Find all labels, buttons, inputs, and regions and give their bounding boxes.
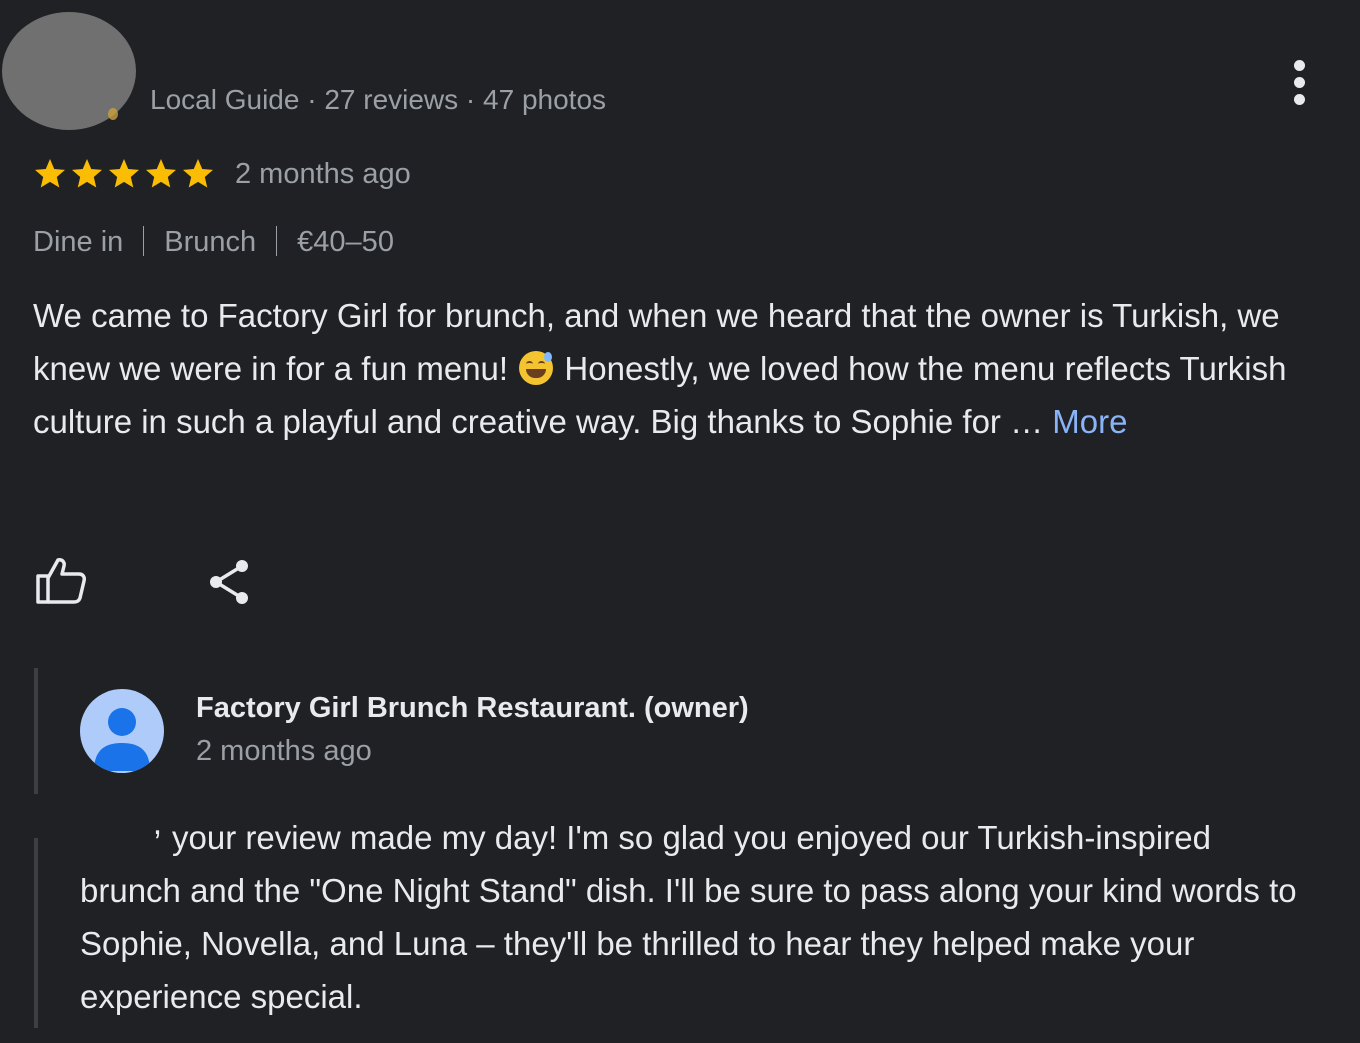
local-guide-badge-icon xyxy=(108,108,118,120)
owner-avatar xyxy=(80,689,164,773)
thumbs-up-icon xyxy=(36,558,86,604)
star-rating xyxy=(32,156,216,192)
owner-response-body: your review made my day! I'm so glad you… xyxy=(80,819,1297,1015)
more-vert-icon xyxy=(1294,60,1305,71)
star-icon xyxy=(109,159,139,188)
star-icon xyxy=(183,159,213,188)
review-attributes: Dine in Brunch €40–50 xyxy=(33,226,394,259)
reply-thread-line xyxy=(34,668,38,794)
star-icon xyxy=(72,159,102,188)
owner-response-date: 2 months ago xyxy=(196,735,372,767)
rating-row: 2 months ago xyxy=(32,154,411,194)
share-icon xyxy=(210,560,248,604)
review-date: 2 months ago xyxy=(235,157,411,190)
share-button[interactable] xyxy=(202,554,256,610)
star-icon xyxy=(35,159,65,188)
attribute-meal: Brunch xyxy=(164,226,257,258)
like-button[interactable] xyxy=(32,554,90,610)
reviewer-avatar[interactable] xyxy=(2,12,136,130)
owner-response-text: , your review made my day! I'm so glad yo… xyxy=(80,796,1320,1023)
person-icon xyxy=(94,708,150,771)
owner-name: Factory Girl Brunch Restaurant. (owner) xyxy=(196,692,749,724)
star-icon xyxy=(146,159,176,188)
more-options-button[interactable] xyxy=(1280,58,1320,108)
attribute-service: Dine in xyxy=(33,226,124,258)
review-text: We came to Factory Girl for brunch, and … xyxy=(33,289,1333,448)
attribute-price: €40–50 xyxy=(297,226,394,258)
more-link[interactable]: More xyxy=(1052,403,1127,440)
grinning-face-with-sweat-icon xyxy=(519,351,554,385)
attribute-divider xyxy=(143,226,145,256)
reply-thread-line xyxy=(34,838,38,1028)
redacted-reviewer-name: , xyxy=(152,804,162,841)
reviewer-meta: Local Guide · 27 reviews · 47 photos xyxy=(150,84,607,115)
attribute-divider xyxy=(276,226,278,256)
